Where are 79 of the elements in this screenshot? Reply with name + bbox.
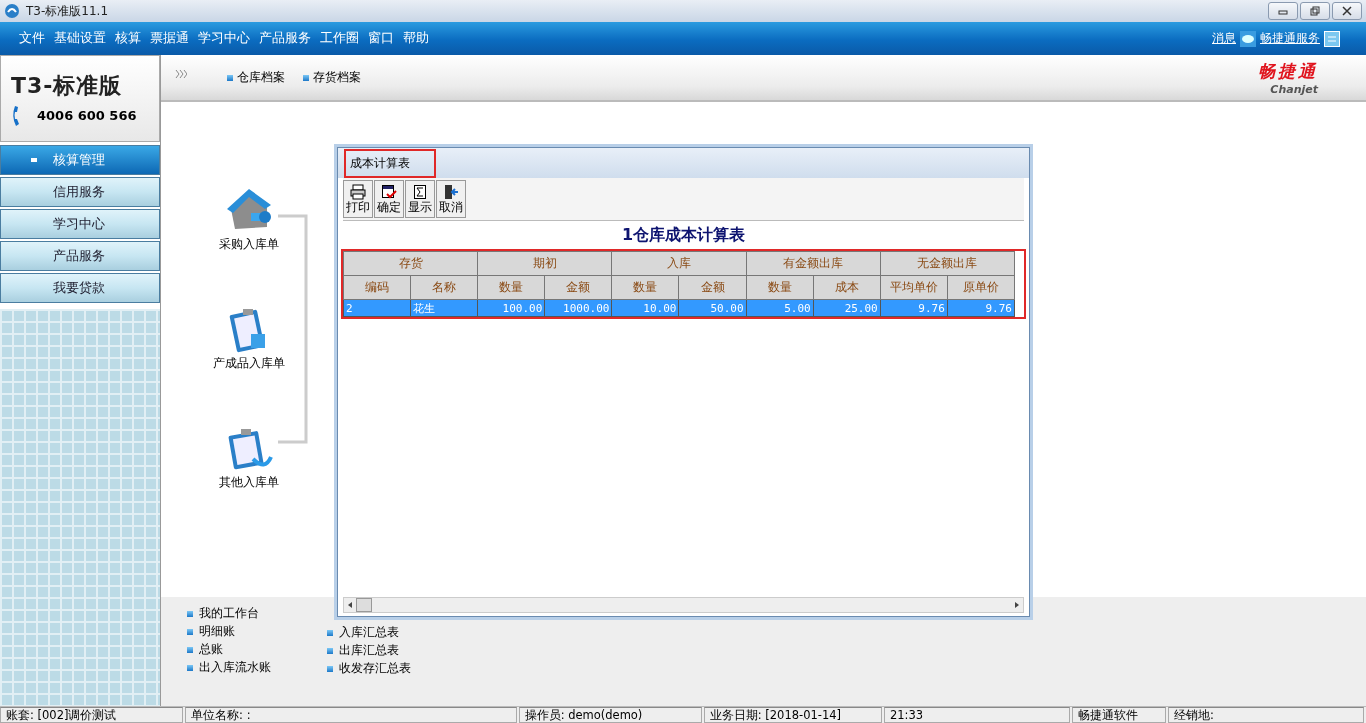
flow-node-label[interactable]: 产成品入库单 (213, 356, 285, 371)
top-link[interactable]: 畅捷通服务 (1260, 30, 1320, 47)
window-title: T3-标准版11.1 (26, 2, 108, 20)
bullet-icon (327, 665, 333, 672)
sidebar-item[interactable]: 核算管理 (0, 145, 160, 175)
menu-item[interactable]: 工作圈 (320, 30, 359, 47)
bullet-icon (187, 646, 193, 653)
scroll-left-icon[interactable] (346, 601, 354, 609)
report-link[interactable]: 收发存汇总表 (339, 660, 411, 677)
report-link[interactable]: 总账 (199, 641, 223, 658)
message-window-icon[interactable] (1324, 30, 1340, 47)
menu-item[interactable]: 帮助 (403, 30, 429, 47)
menu-item[interactable]: 产品服务 (259, 30, 311, 47)
horizontal-scrollbar[interactable] (343, 597, 1024, 613)
sidebar-item[interactable]: 我要贷款 (0, 273, 160, 303)
status-field: 21:33 (883, 707, 1070, 723)
collapse-icon (31, 158, 37, 162)
bullet-icon (327, 647, 333, 654)
group-header: 无金额出库 (880, 251, 1015, 276)
toolbar-button[interactable]: 显示 (405, 180, 435, 218)
sidebar-item[interactable]: 学习中心 (0, 209, 160, 239)
menu-item[interactable]: 文件 (19, 30, 45, 47)
exit-door-icon (443, 183, 459, 200)
bullet-icon (227, 74, 233, 81)
group-header: 有金额出库 (746, 251, 881, 276)
menu-item[interactable]: 核算 (115, 30, 141, 47)
report-link[interactable]: 明细账 (199, 623, 235, 640)
restore-icon (1310, 6, 1320, 16)
phone-number: 4006 600 566 (37, 108, 137, 123)
sigma-icon (412, 183, 428, 200)
bullet-icon (187, 664, 193, 671)
flow-node-label[interactable]: 采购入库单 (219, 237, 279, 252)
scroll-right-icon[interactable] (1013, 601, 1021, 609)
scroll-thumb[interactable] (356, 598, 372, 612)
archive-link[interactable]: 存货档案 (313, 69, 361, 86)
sidebar-item[interactable]: 产品服务 (0, 241, 160, 271)
product-logo: T3-标准版 (11, 71, 124, 100)
status-field: 单位名称: : (185, 707, 517, 723)
archive-link[interactable]: 仓库档案 (237, 69, 285, 86)
group-header: 存货 (343, 251, 478, 276)
bullet-icon (187, 628, 193, 635)
sidebar-item[interactable]: 信用服务 (0, 177, 160, 207)
flow-node-label[interactable]: 其他入库单 (219, 475, 279, 490)
minimize-button[interactable] (1268, 2, 1298, 20)
menu-item[interactable]: 学习中心 (198, 30, 250, 47)
toolbar-button[interactable]: 确定 (374, 180, 404, 218)
group-header: 期初 (477, 251, 612, 276)
close-button[interactable] (1332, 2, 1362, 20)
expand-arrows-icon[interactable] (175, 68, 187, 79)
status-field: 账套: [002]调价测试 (0, 707, 184, 723)
column-header: 编码 (343, 275, 411, 300)
bullet-icon (187, 610, 193, 617)
status-field: 操作员: demo(demo) (518, 707, 702, 723)
toolbar-button[interactable]: 取消 (436, 180, 466, 218)
status-field: 畅捷通软件 (1071, 707, 1167, 723)
dialog-title: 成本计算表 (344, 148, 436, 178)
menu-item[interactable]: 窗口 (368, 30, 394, 47)
bullet-icon (327, 629, 333, 636)
chat-bubble-icon[interactable] (1240, 30, 1256, 47)
restore-button[interactable] (1300, 2, 1330, 20)
app-logo-icon (4, 3, 20, 19)
report-link[interactable]: 入库汇总表 (339, 624, 399, 641)
status-field: 业务日期: [2018-01-14] (703, 707, 882, 723)
report-link[interactable]: 我的工作台 (199, 605, 259, 622)
report-link[interactable]: 出库汇总表 (339, 642, 399, 659)
group-header: 入库 (611, 251, 747, 276)
company-logo: 畅捷通 (1258, 59, 1318, 83)
toolbar-button[interactable]: 打印 (343, 180, 373, 218)
report-title: 1仓库成本计算表 (620, 224, 747, 246)
report-link[interactable]: 出入库流水账 (199, 659, 271, 676)
close-icon (1342, 6, 1352, 16)
menu-item[interactable]: 基础设置 (54, 30, 106, 47)
bullet-icon (303, 74, 309, 81)
company-logo-subtitle: Chanjet (1270, 82, 1318, 96)
top-link[interactable]: 消息 (1212, 30, 1236, 47)
status-field: 经销地: (1168, 707, 1364, 723)
printer-icon (350, 183, 366, 200)
checked-form-icon (381, 183, 397, 200)
menu-item[interactable]: 票据通 (150, 30, 189, 47)
